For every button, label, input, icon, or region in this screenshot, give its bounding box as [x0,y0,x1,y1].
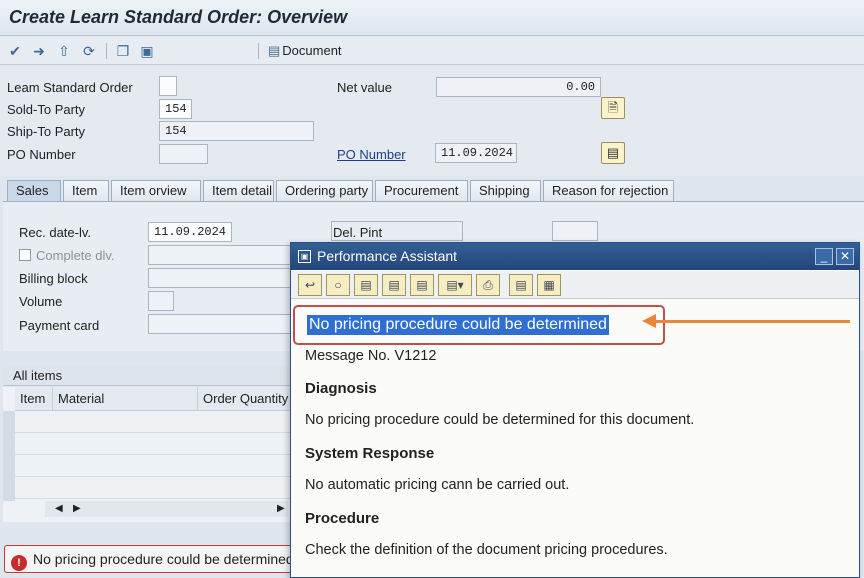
complete-delivery-checkbox[interactable] [19,249,31,261]
document-icon[interactable]: ▤ [382,274,406,296]
close-button[interactable]: ✕ [836,248,854,265]
document-button-label: Document [282,43,342,58]
window-title: Create Learn Standard Order: Overview [9,7,348,27]
tab-sales[interactable]: Sales [7,180,61,202]
scroll-end-icon[interactable]: ▶ [277,501,285,517]
procedure-text: Check the definition of the document pri… [305,542,668,558]
po-date-field[interactable]: 11.09.2024 [435,143,517,163]
billing-block-field[interactable] [148,268,293,288]
column-header-order-quantity[interactable]: Order Quantity [198,387,293,411]
ship-to-field[interactable]: 154 [159,121,314,141]
export-dropdown-icon[interactable]: ▤▾ [438,274,472,296]
page-icon: 🗎 [607,100,619,115]
tab-procurement[interactable]: Procurement [375,180,468,202]
column-header-material[interactable]: Material [53,387,198,411]
tab-item[interactable]: Item [63,180,109,202]
po-number-link[interactable]: PO Number [337,147,406,162]
refresh-icon[interactable]: ⟳ [80,42,98,60]
tab-item-detail[interactable]: Item detail [203,180,274,202]
window-icon: ▣ [298,250,311,263]
complete-delivery-label: Complete dlv. [36,248,115,263]
message-number: Message No. V1212 [305,348,437,364]
details-icon: ▤ [606,145,620,160]
column-header-item[interactable]: Item [15,387,53,411]
tab-shipping[interactable]: Shipping [470,180,541,202]
minimize-button[interactable]: _ [815,248,833,265]
copy-icon[interactable]: ❐ [114,42,132,60]
check-icon[interactable]: ✔ [6,42,24,60]
document-button[interactable]: ▤ Document [268,43,342,59]
table-row[interactable] [3,477,293,499]
circle-icon[interactable]: ○ [326,274,350,296]
toolbar-separator [258,43,259,59]
dialog-toolbar: ↩ ○ ▤ ▤ ▤ ▤▾ ⎙ ▤ ▦ [291,271,859,299]
table-row[interactable] [3,411,293,433]
procedure-heading: Procedure [305,510,380,527]
title-bar: Create Learn Standard Order: Overview [0,0,864,36]
application-toolbar: ✔ ➜ ⇧ ⟳ ❐ ▣ ▤ Document [0,37,864,65]
new-document-button[interactable]: 🗎 [601,97,625,119]
find-icon[interactable]: ▤ [509,274,533,296]
po-number-label: PO Number [7,147,76,162]
settings-icon[interactable]: ▦ [537,274,561,296]
forward-arrow-icon[interactable]: ➜ [30,42,48,60]
rec-date-label: Rec. date-lv. [19,225,92,240]
net-value-label: Net value [337,80,392,95]
order-number-field[interactable] [159,76,177,96]
tab-item-overview[interactable]: Item orview [111,180,201,202]
table-row[interactable] [3,433,293,455]
back-icon[interactable]: ↩ [298,274,322,296]
system-response-text: No automatic pricing cann be carried out… [305,477,570,493]
all-items-title: All items [13,368,63,383]
sold-to-label: Sold-To Party [7,102,86,117]
order-type-label: Leam Standard Order [7,80,133,95]
volume-label: Volume [19,294,63,309]
complete-delivery-field [148,245,293,265]
error-icon: ! [11,555,27,571]
tab-ordering-party[interactable]: Ordering party [276,180,373,202]
volume-field[interactable] [148,291,174,311]
po-number-field[interactable] [159,144,208,164]
text-icon[interactable]: ▤ [410,274,434,296]
status-message: No pricing procedure could be determined [33,551,294,567]
del-pint-field[interactable] [552,221,598,241]
scroll-right-icon[interactable]: ▶ [73,501,81,517]
scroll-left-icon[interactable]: ◀ [55,501,63,517]
message-heading: No pricing procedure could be determined [307,315,609,335]
table-row[interactable] [3,455,293,477]
payment-card-label: Payment card [19,318,100,333]
horizontal-scrollbar[interactable]: ◀ ▶ ▶ [45,501,288,517]
ship-to-label: Ship-To Party [7,124,86,139]
save-icon[interactable]: ▤ [354,274,378,296]
net-value-field: 0.00 [436,77,601,97]
up-icon[interactable]: ⇧ [55,42,73,60]
document-icon: ▤ [268,43,281,58]
annotation-arrow [642,314,850,328]
all-items-header: All items [3,366,293,386]
status-bar[interactable]: ! No pricing procedure could be determine… [4,545,294,573]
system-response-heading: System Response [305,445,435,462]
rec-date-field[interactable]: 11.09.2024 [148,222,232,242]
dialog-title: Performance Assistant [317,248,458,264]
dialog-titlebar[interactable]: ▣ Performance Assistant _ ✕ [291,243,859,270]
tab-reason-for-rejection[interactable]: Reason for rejection [543,180,674,202]
toolbar-separator [106,43,107,59]
diagnosis-heading: Diagnosis [305,380,377,397]
sold-to-field[interactable]: 154 [159,99,192,119]
display-icon[interactable]: ▣ [138,42,156,60]
heading-highlight-box: No pricing procedure could be determined [293,305,665,345]
billing-block-label: Billing block [19,271,88,286]
po-details-button[interactable]: ▤ [601,142,625,164]
diagnosis-text: No pricing procedure could be determined… [305,412,695,428]
del-pint-frame [331,221,463,241]
performance-assistant-dialog: ▣ Performance Assistant _ ✕ ↩ ○ ▤ ▤ ▤ ▤▾… [290,242,860,578]
arrow-shaft [654,320,850,323]
payment-card-field[interactable] [148,314,293,334]
print-icon[interactable]: ⎙ [476,274,500,296]
